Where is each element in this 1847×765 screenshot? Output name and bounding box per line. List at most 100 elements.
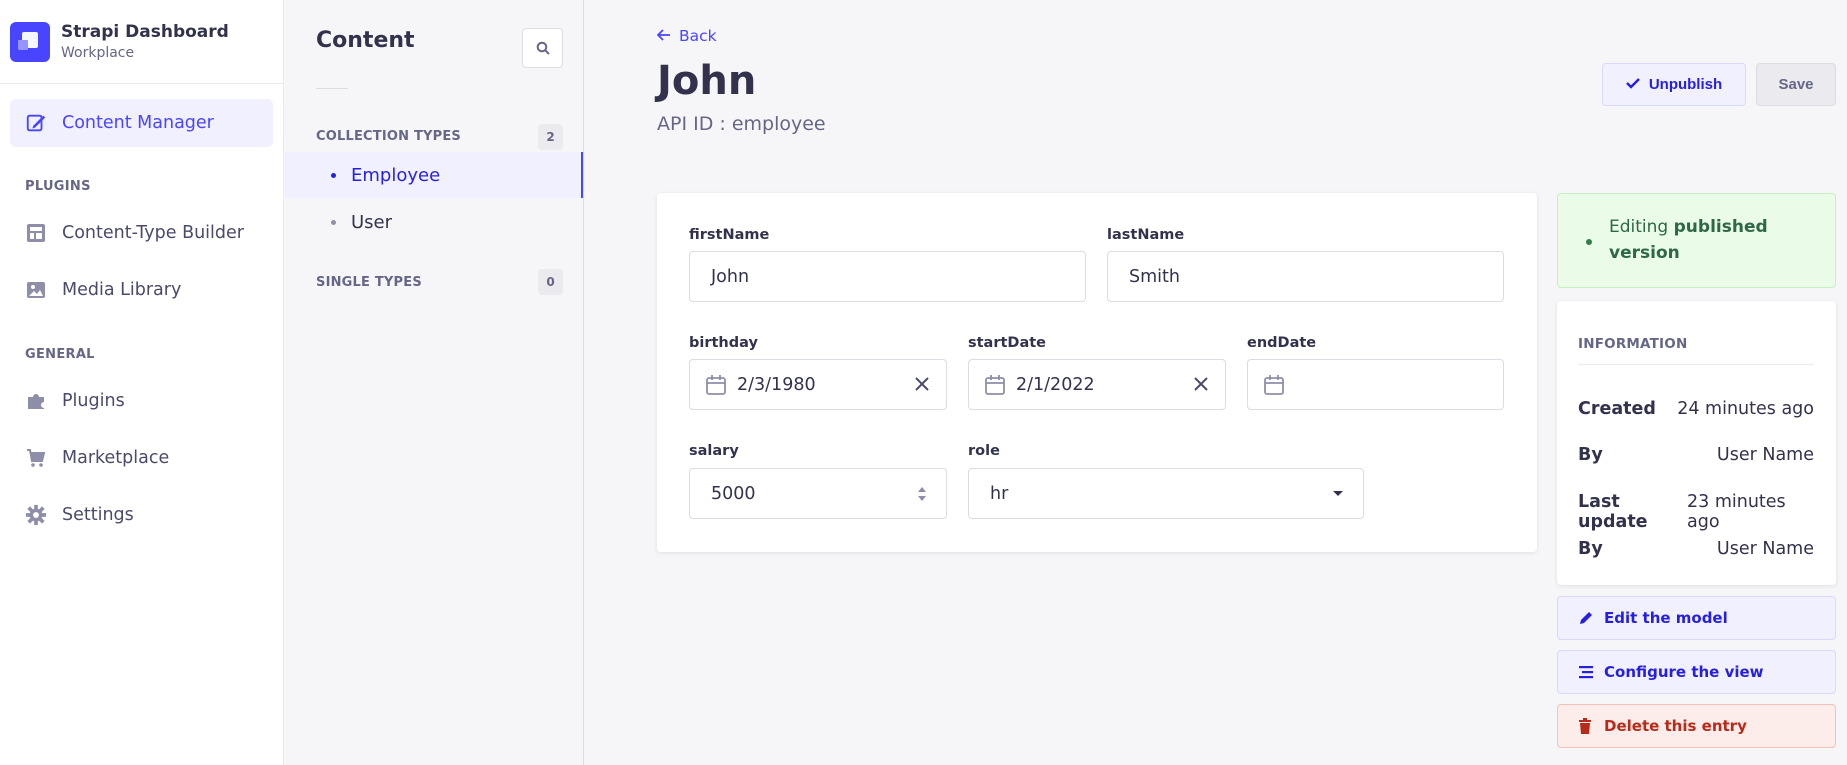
- number-stepper-icon[interactable]: [917, 485, 927, 503]
- lastname-value: Smith: [1129, 266, 1180, 287]
- main-nav: Strapi Dashboard Workplace Content Manag…: [0, 0, 284, 765]
- calendar-icon: [705, 374, 727, 396]
- birthday-datepicker[interactable]: 2/3/1980: [689, 359, 947, 410]
- clear-date-icon[interactable]: [1192, 375, 1210, 393]
- subnav-item-user[interactable]: User: [285, 199, 583, 245]
- check-icon: [1625, 76, 1640, 93]
- collection-types-count: 2: [538, 124, 563, 150]
- delete-entry-button[interactable]: Delete this entry: [1557, 704, 1836, 748]
- puzzle-icon: [24, 389, 48, 413]
- info-value: 23 minutes ago: [1687, 492, 1786, 532]
- clear-date-icon[interactable]: [913, 375, 931, 393]
- info-row-last-update: Last update 23 minutes ago: [1578, 492, 1814, 532]
- nav-item-label: Plugins: [62, 391, 125, 411]
- trash-icon: [1578, 718, 1594, 734]
- edit-model-button[interactable]: Edit the model: [1557, 596, 1836, 640]
- status-prefix: Editing: [1609, 217, 1674, 237]
- subnav-item-label: User: [351, 211, 393, 233]
- lastname-input[interactable]: Smith: [1107, 251, 1504, 302]
- info-value: 24 minutes ago: [1677, 399, 1814, 419]
- lastname-label: lastName: [1107, 227, 1185, 243]
- edit-model-label: Edit the model: [1604, 609, 1728, 627]
- calendar-icon: [984, 374, 1006, 396]
- feather-icon: [24, 111, 48, 135]
- delete-entry-label: Delete this entry: [1604, 717, 1747, 735]
- image-icon: [24, 278, 48, 302]
- startdate-value: 2/1/2022: [1016, 374, 1095, 395]
- back-label: Back: [679, 27, 717, 45]
- subnav-divider: [316, 88, 348, 89]
- nav-item-content-type-builder[interactable]: Content-Type Builder: [10, 209, 273, 257]
- subnav-search-button[interactable]: [522, 28, 563, 68]
- nav-item-marketplace[interactable]: Marketplace: [10, 434, 273, 482]
- list-icon: [1578, 664, 1594, 680]
- search-icon: [536, 41, 550, 55]
- information-panel: INFORMATION Created 24 minutes ago By Us…: [1557, 301, 1836, 585]
- strapi-logo-icon: [10, 21, 50, 62]
- nav-section-plugins: PLUGINS: [25, 179, 91, 194]
- nav-item-settings[interactable]: Settings: [10, 491, 273, 539]
- firstname-input[interactable]: John: [689, 251, 1086, 302]
- salary-label: salary: [689, 443, 739, 459]
- enddate-datepicker[interactable]: [1247, 359, 1504, 410]
- firstname-value: John: [711, 266, 750, 287]
- nav-section-general: GENERAL: [25, 347, 95, 362]
- enddate-label: endDate: [1247, 335, 1317, 351]
- configure-view-button[interactable]: Configure the view: [1557, 650, 1836, 694]
- content-subnav: Content COLLECTION TYPES 2 Employee User…: [285, 0, 584, 765]
- status-dot-icon: [1586, 239, 1592, 245]
- salary-number-input[interactable]: 5000: [689, 468, 947, 519]
- nav-item-label: Content Manager: [62, 113, 214, 133]
- info-row-updated-by: By User Name: [1578, 539, 1814, 559]
- info-row-created-by: By User Name: [1578, 445, 1814, 465]
- layout-icon: [24, 221, 48, 245]
- info-key: By: [1578, 445, 1603, 465]
- info-key: By: [1578, 539, 1603, 559]
- status-text: Editing published version: [1609, 214, 1819, 266]
- page-title: John: [657, 58, 757, 104]
- pencil-icon: [1578, 610, 1594, 626]
- brand-subtitle: Workplace: [61, 45, 135, 61]
- subnav-item-employee[interactable]: Employee: [285, 152, 583, 198]
- nav-item-media-library[interactable]: Media Library: [10, 266, 273, 314]
- firstname-label: firstName: [689, 227, 770, 243]
- nav-item-label: Content-Type Builder: [62, 223, 244, 243]
- bullet-icon: [331, 172, 336, 178]
- birthday-value: 2/3/1980: [737, 374, 816, 395]
- nav-item-label: Settings: [62, 505, 134, 525]
- info-key: Last update: [1578, 492, 1648, 532]
- birthday-label: birthday: [689, 335, 758, 351]
- back-link[interactable]: Back: [656, 27, 717, 45]
- cart-icon: [24, 446, 48, 470]
- info-key: Created: [1578, 399, 1656, 419]
- information-divider: [1578, 364, 1814, 365]
- save-button[interactable]: Save: [1756, 63, 1836, 106]
- nav-item-label: Media Library: [62, 280, 182, 300]
- unpublish-button[interactable]: Unpublish: [1602, 63, 1746, 106]
- single-types-heading[interactable]: SINGLE TYPES: [316, 275, 422, 290]
- brand-title: Strapi Dashboard: [61, 22, 229, 42]
- subnav-item-label: Employee: [351, 164, 441, 186]
- single-types-count: 0: [538, 269, 563, 295]
- nav-item-plugins[interactable]: Plugins: [10, 377, 273, 425]
- salary-value: 5000: [711, 483, 756, 504]
- collection-types-heading[interactable]: COLLECTION TYPES: [316, 129, 461, 144]
- bullet-icon: [331, 219, 336, 225]
- api-id-subtitle: API ID : employee: [657, 113, 826, 135]
- role-select[interactable]: hr: [968, 468, 1364, 519]
- information-title: INFORMATION: [1578, 336, 1688, 352]
- configure-view-label: Configure the view: [1604, 663, 1764, 681]
- edit-form-card: firstName John lastName Smith birthday 2…: [657, 193, 1537, 552]
- subnav-title: Content: [316, 28, 415, 53]
- info-value: User Name: [1716, 539, 1814, 559]
- calendar-icon: [1263, 374, 1285, 396]
- publish-status-banner: Editing published version: [1557, 193, 1836, 288]
- startdate-datepicker[interactable]: 2/1/2022: [968, 359, 1226, 410]
- info-row-created: Created 24 minutes ago: [1578, 399, 1814, 419]
- nav-item-label: Marketplace: [62, 448, 170, 468]
- brand-header[interactable]: Strapi Dashboard Workplace: [0, 0, 283, 84]
- gear-icon: [24, 503, 48, 527]
- startdate-label: startDate: [968, 335, 1047, 351]
- nav-item-content-manager[interactable]: Content Manager: [10, 99, 273, 147]
- arrow-left-icon: [656, 27, 671, 45]
